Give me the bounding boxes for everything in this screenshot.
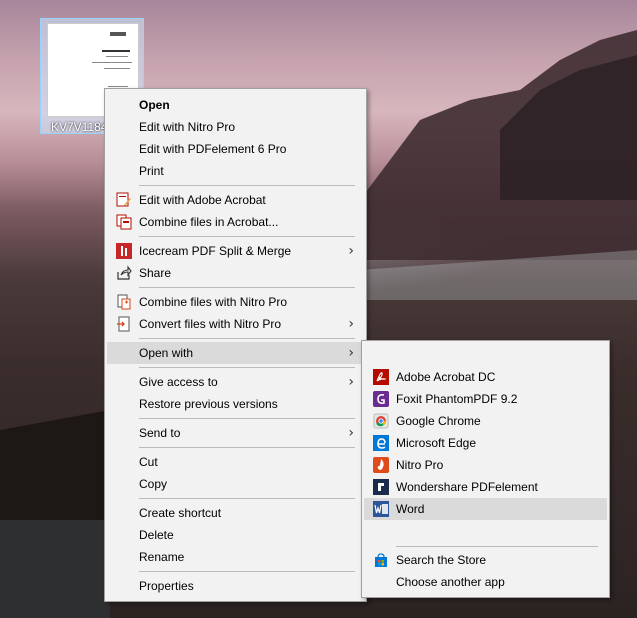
submenu-item-label: Nitro Pro [396, 458, 444, 472]
submenu-item-label: Adobe Acrobat DC [396, 370, 496, 384]
submenu-item-label: Google Chrome [396, 414, 481, 428]
submenu-item-label: Word [396, 502, 425, 516]
menu-item-label: Combine files in Acrobat... [139, 215, 279, 229]
menu-item-give-access[interactable]: Give access to › [107, 371, 364, 393]
submenu-chevron-icon: › [348, 243, 354, 259]
menu-item-label: Open with [139, 346, 194, 360]
menu-item-combine-acrobat[interactable]: Combine files in Acrobat... [107, 211, 364, 233]
submenu-item-search-store[interactable]: Search the Store [364, 549, 607, 571]
menu-separator [396, 546, 598, 547]
menu-item-label: Icecream PDF Split & Merge [139, 244, 292, 258]
menu-item-delete[interactable]: Delete [107, 524, 364, 546]
submenu-item-word[interactable]: Word [364, 498, 607, 520]
menu-item-convert-nitro[interactable]: Convert files with Nitro Pro › [107, 313, 364, 335]
menu-separator [139, 447, 355, 448]
microsoft-store-icon [373, 552, 389, 568]
submenu-chevron-icon: › [348, 345, 354, 361]
microsoft-word-icon [373, 501, 389, 517]
submenu-item-label: Search the Store [396, 553, 487, 567]
menu-separator [139, 338, 355, 339]
submenu-item-label: Microsoft Edge [396, 436, 477, 450]
menu-item-share[interactable]: Share [107, 262, 364, 284]
submenu-chevron-icon: › [348, 374, 354, 390]
microsoft-edge-icon [373, 435, 389, 451]
menu-separator [139, 185, 355, 186]
menu-separator [139, 236, 355, 237]
menu-item-label: Edit with Adobe Acrobat [139, 193, 266, 207]
foxit-icon [373, 391, 389, 407]
google-chrome-icon [373, 413, 389, 429]
nitro-combine-icon [116, 294, 132, 310]
submenu-chevron-icon: › [348, 316, 354, 332]
menu-item-icecream[interactable]: Icecream PDF Split & Merge › [107, 240, 364, 262]
submenu-item-acrobat-dc[interactable]: Adobe Acrobat DC [364, 366, 607, 388]
acrobat-edit-icon [116, 192, 132, 208]
file-name-label: KV7V1184 [51, 120, 108, 134]
acrobat-combine-icon [116, 214, 132, 230]
menu-separator [139, 287, 355, 288]
menu-item-cut[interactable]: Cut [107, 451, 364, 473]
submenu-item-nitro[interactable]: Nitro Pro [364, 454, 607, 476]
submenu-item-edge[interactable]: Microsoft Edge [364, 432, 607, 454]
adobe-acrobat-icon [373, 369, 389, 385]
menu-item-label: Share [139, 266, 172, 280]
menu-item-rename[interactable]: Rename [107, 546, 364, 568]
menu-item-restore[interactable]: Restore previous versions [107, 393, 364, 415]
menu-item-edit-acrobat[interactable]: Edit with Adobe Acrobat [107, 189, 364, 211]
nitro-pro-icon [373, 457, 389, 473]
menu-item-label: Give access to [139, 375, 218, 389]
submenu-item-chrome[interactable]: Google Chrome [364, 410, 607, 432]
submenu-item-wondershare[interactable]: Wondershare PDFelement [364, 476, 607, 498]
menu-separator [139, 571, 355, 572]
context-menu: Open Edit with Nitro Pro Edit with PDFel… [104, 88, 367, 602]
menu-item-edit-nitro[interactable]: Edit with Nitro Pro [107, 116, 364, 138]
nitro-convert-icon [116, 316, 132, 332]
menu-item-copy[interactable]: Copy [107, 473, 364, 495]
menu-separator [139, 367, 355, 368]
submenu-item-foxit[interactable]: Foxit PhantomPDF 9.2 [364, 388, 607, 410]
menu-item-open-with[interactable]: Open with › [107, 342, 364, 364]
menu-item-properties[interactable]: Properties [107, 575, 364, 597]
icecream-pdf-icon [116, 243, 132, 259]
submenu-item-choose-another[interactable]: Choose another app [364, 571, 607, 593]
menu-item-print[interactable]: Print [107, 160, 364, 182]
open-with-submenu: Adobe Acrobat DC Foxit PhantomPDF 9.2 Go… [361, 340, 610, 598]
submenu-item-label: Wondershare PDFelement [396, 480, 538, 494]
menu-item-send-to[interactable]: Send to › [107, 422, 364, 444]
menu-item-open[interactable]: Open [107, 94, 364, 116]
share-icon [116, 265, 132, 281]
menu-item-combine-nitro[interactable]: Combine files with Nitro Pro [107, 291, 364, 313]
menu-item-label: Combine files with Nitro Pro [139, 295, 288, 309]
menu-separator [139, 498, 355, 499]
wondershare-pdfelement-icon [373, 479, 389, 495]
menu-item-create-shortcut[interactable]: Create shortcut [107, 502, 364, 524]
submenu-chevron-icon: › [348, 425, 354, 441]
menu-item-label: Send to [139, 426, 181, 440]
menu-item-label: Convert files with Nitro Pro [139, 317, 282, 331]
submenu-item-label: Foxit PhantomPDF 9.2 [396, 392, 518, 406]
menu-item-edit-pdfelement[interactable]: Edit with PDFelement 6 Pro [107, 138, 364, 160]
menu-separator [139, 418, 355, 419]
